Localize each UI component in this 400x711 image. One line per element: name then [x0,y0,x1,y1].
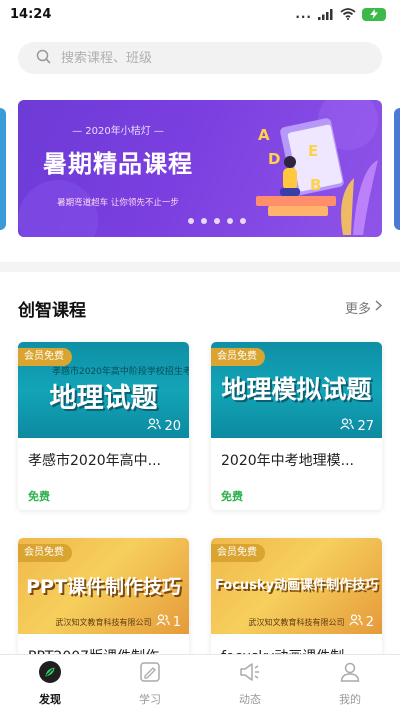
banner-peek-prev[interactable] [0,108,6,230]
member-free-badge: 会员免费 [211,544,265,562]
thumbnail-title: 地理试题 [49,383,158,414]
students-icon [340,418,355,434]
students-icon [147,418,162,434]
student-count: 20 [147,418,181,434]
banner-peek-next[interactable] [394,108,400,230]
banner-pagination [188,218,246,224]
banner-subtitle-text: 2020年小桔灯 [85,126,151,137]
member-free-badge: 会员免费 [18,348,72,366]
banner-letter-b: B [310,176,322,194]
student-count-value: 20 [164,418,181,434]
section-divider [0,262,400,272]
course-thumbnail: 会员免费 Focusky动画课件制作技巧 武汉知文教育科技有限公司 2 [211,538,382,634]
banner-dot[interactable] [214,218,220,224]
course-title: 孝感市2020年高中... [28,453,161,469]
search-icon [36,49,51,68]
thumbnail-title: PPT课件制作技巧 [26,576,181,598]
student-count-value: 2 [365,614,374,630]
nav-label: 学习 [139,692,161,706]
students-icon [156,614,170,630]
more-link-label: 更多 [344,302,371,317]
banner-letter-a: A [258,126,270,144]
student-count-value: 1 [172,614,181,630]
member-free-badge: 会员免费 [211,348,265,366]
student-count: 2 [349,614,374,630]
battery-icon [362,7,386,21]
course-thumbnail: 会员免费 PPT课件制作技巧 武汉知文教育科技有限公司 1 [18,538,189,634]
status-icons: ... [295,5,386,24]
thumbnail-title: 地理模拟试题 [221,375,372,404]
student-count: 27 [340,418,374,434]
student-count-value: 27 [357,418,374,434]
banner-dot[interactable] [201,218,207,224]
banner-carousel[interactable]: A D E B — 2020年小桔灯 — 暑期精品课程 暑期弯道超车 让你领先不… [0,98,400,240]
banner-dot[interactable] [227,218,233,224]
banner-title: 暑期精品课程 [43,150,193,178]
search-input[interactable] [61,50,341,66]
banner-letter-e: E [308,142,319,160]
course-card[interactable]: 会员免费 地理模拟试题 27 2020年中考地理模... 免费 [211,342,382,510]
status-time: 14:24 [10,6,52,22]
nav-label: 发现 [39,692,61,706]
course-title: 2020年中考地理模... [221,453,354,469]
student-count: 1 [156,614,181,630]
search-bar[interactable] [18,42,382,74]
course-card[interactable]: 会员免费 Focusky动画课件制作技巧 武汉知文教育科技有限公司 2 focu… [211,538,382,668]
signal-icon [318,5,334,24]
megaphone-icon [238,660,262,688]
banner-subtitle: — 2020年小桔灯 — [72,126,164,137]
chevron-right-icon [375,300,383,315]
nav-label: 我的 [339,692,361,706]
course-card[interactable]: 会员免费 PPT课件制作技巧 武汉知文教育科技有限公司 1 PPT2007版课件… [18,538,189,668]
nav-item-profile[interactable]: 我的 [300,655,400,711]
status-bar: 14:24 ... [0,0,400,28]
course-price: 免费 [221,490,243,503]
course-thumbnail: 会员免费 孝感市2020年高中阶段学校招生考试 地理试题 20 [18,342,189,438]
thumbnail-title: Focusky动画课件制作技巧 [214,578,379,593]
students-icon [349,614,363,630]
banner-dot[interactable] [240,218,246,224]
person-icon [338,660,362,688]
compass-icon [38,660,62,688]
bottom-nav: 发现 学习 动态 我的 [0,654,400,711]
more-link[interactable]: 更多 [344,298,383,317]
nav-item-discover[interactable]: 发现 [0,655,100,711]
member-free-badge: 会员免费 [18,544,72,562]
banner-dot[interactable] [188,218,194,224]
nav-label: 动态 [239,692,261,706]
banner-slide[interactable]: A D E B — 2020年小桔灯 — 暑期精品课程 暑期弯道超车 让你领先不… [18,100,382,237]
banner-slogan: 暑期弯道超车 让你领先不止一步 [57,198,179,208]
banner-letter-d: D [268,150,281,168]
nav-item-study[interactable]: 学习 [100,655,200,711]
course-thumbnail: 会员免费 地理模拟试题 27 [211,342,382,438]
course-price: 免费 [28,490,50,503]
nav-item-feed[interactable]: 动态 [200,655,300,711]
wifi-icon [340,5,356,24]
section-title: 创智课程 [18,301,86,321]
book-icon [138,660,162,688]
notification-dots: ... [295,7,312,21]
course-card[interactable]: 会员免费 孝感市2020年高中阶段学校招生考试 地理试题 20 孝感市2020年… [18,342,189,510]
